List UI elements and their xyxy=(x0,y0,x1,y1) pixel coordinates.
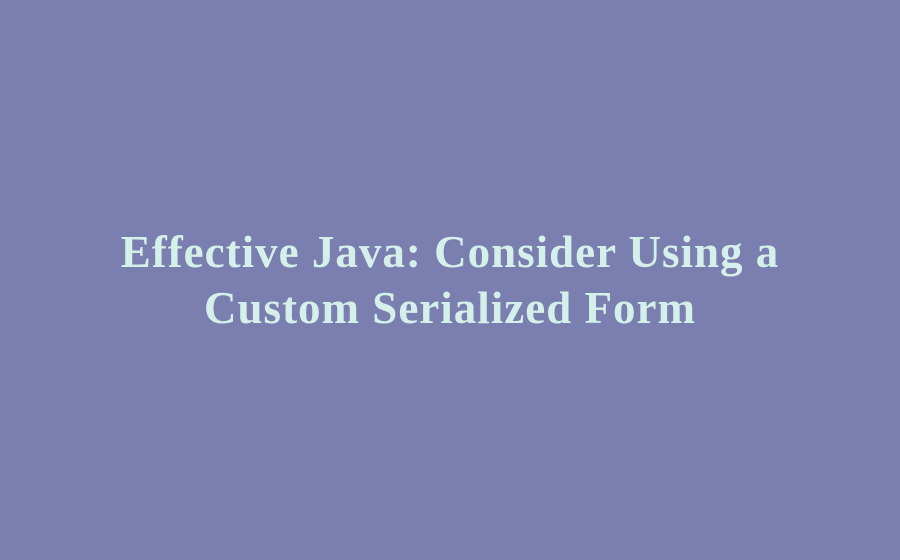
page-title: Effective Java: Consider Using a Custom … xyxy=(100,224,800,337)
title-container: Effective Java: Consider Using a Custom … xyxy=(0,224,900,337)
